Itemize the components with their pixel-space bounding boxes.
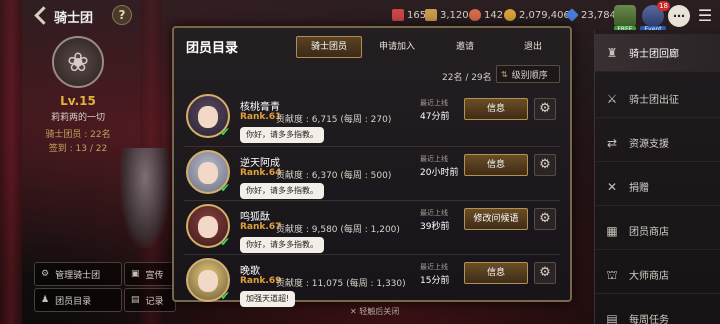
close-icon: ✕ — [350, 307, 357, 316]
meat-icon — [469, 9, 481, 21]
sidebar-item-hall[interactable]: ♜ 骑士团回廊 — [595, 34, 720, 72]
donate-icon: ✕ — [606, 179, 618, 194]
clan-checkin-stat: 签到 : 13 / 22 — [48, 144, 108, 154]
member-greeting: 加强天道超! — [240, 291, 296, 307]
free-shop-button[interactable]: FREE — [614, 5, 636, 33]
promote-icon: ▣ — [131, 269, 140, 279]
clan-name: 莉莉两的一切 — [50, 113, 105, 123]
checkmark-icon: ✔ — [220, 235, 231, 249]
checkmark-icon: ✔ — [220, 289, 231, 303]
member-contribution: 贡献度 : 11,075 (每周 : 1,330) — [276, 279, 406, 289]
sidebar-item-weekly-quest[interactable]: ▤ 每周任务 — [595, 300, 720, 324]
member-contribution: 贡献度 : 9,580 (每周 : 1,200) — [276, 225, 400, 235]
dialog-tabs: 骑士团员 申请加入 邀请 退出 — [296, 36, 566, 58]
record-button[interactable]: ▤ 记录 — [124, 288, 176, 312]
sidebar-item-shop[interactable]: ▦ 团员商店 — [595, 212, 720, 250]
gear-icon[interactable]: ⚙ — [534, 262, 556, 284]
shop-icon: ▦ — [606, 223, 618, 238]
last-online-value: 47分前 — [420, 112, 450, 122]
resource-gold[interactable]: 2,079,406 — [504, 9, 570, 21]
event-badge: 18 — [657, 1, 670, 11]
menu-icon[interactable]: ☰ — [694, 5, 716, 27]
clan-info-panel: Lv.15 莉莉两的一切 骑士团员 : 22名 签到 : 13 / 22 — [30, 36, 126, 154]
member-count: 22名 / 29名 — [442, 73, 492, 83]
potion-icon — [392, 9, 404, 21]
clan-emblem-icon[interactable] — [52, 36, 104, 88]
chat-icon[interactable]: ⋯ — [668, 5, 690, 27]
member-name: 逆天阿成 — [240, 158, 280, 169]
gear-icon[interactable]: ⚙ — [534, 154, 556, 176]
hall-icon: ♜ — [606, 45, 618, 60]
tab-members[interactable]: 骑士团员 — [296, 36, 362, 58]
roster-dialog: 团员目录 骑士团员 申请加入 邀请 退出 22名 / 29名 ⇅ 级别顺序 ✔ … — [172, 26, 572, 307]
info-button[interactable]: 信息 — [464, 154, 528, 176]
clan-members-stat: 骑士团员 : 22名 — [45, 130, 111, 140]
person-icon: ♟ — [41, 295, 50, 305]
member-row[interactable]: ✔ 鸣狐酞 Rank.67 贡献度 : 9,580 (每周 : 1,200) 你… — [184, 202, 566, 254]
gear-icon: ⚙ — [41, 269, 50, 279]
last-online-label: 最近上线 — [420, 155, 448, 163]
roster-button[interactable]: ♟ 团员目录 — [34, 288, 122, 312]
member-contribution: 贡献度 : 6,370 (每周 : 500) — [276, 171, 392, 181]
event-button[interactable]: 18 Event — [640, 1, 670, 33]
tab-leave[interactable]: 退出 — [500, 36, 566, 58]
clan-level: Lv.15 — [60, 94, 96, 108]
member-row[interactable]: ✔ 逆天阿成 Rank.64 贡献度 : 6,370 (每周 : 500) 你好… — [184, 148, 566, 200]
sidebar-item-support[interactable]: ⇄ 资源支援 — [595, 124, 720, 162]
last-online-value: 39秒前 — [420, 222, 450, 232]
master-shop-icon: ⛫ — [606, 267, 618, 282]
chest-icon — [425, 9, 437, 21]
back-arrow-icon[interactable] — [34, 6, 48, 24]
sidebar: ♜ 骑士团回廊 ⚔ 骑士团出征 ⇄ 资源支援 ✕ 捐赠 ▦ 团员商店 ⛫ 大师商… — [594, 30, 720, 324]
sidebar-item-donate[interactable]: ✕ 捐赠 — [595, 168, 720, 206]
info-button[interactable]: 信息 — [464, 262, 528, 284]
edit-greeting-button[interactable]: 修改问候语 — [464, 208, 528, 230]
manage-clan-button[interactable]: ⚙ 管理骑士团 — [34, 262, 122, 286]
resource-crystal[interactable]: 23,784 — [565, 8, 616, 22]
info-button[interactable]: 信息 — [464, 98, 528, 120]
member-name: 鸣狐酞 — [240, 212, 270, 223]
checkmark-icon: ✔ — [220, 125, 231, 139]
quest-icon: ▤ — [606, 311, 618, 324]
close-hint[interactable]: ✕ 轻触后关闭 — [350, 306, 399, 317]
last-online-label: 最近上线 — [420, 263, 448, 271]
member-row[interactable]: ✔ 晚歌 Rank.69 贡献度 : 11,075 (每周 : 1,330) 加… — [184, 256, 566, 308]
member-greeting: 你好，请多多指教。 — [240, 127, 324, 143]
swords-icon: ⚔ — [606, 91, 618, 106]
dialog-title: 团员目录 — [186, 41, 239, 56]
last-online-value: 15分前 — [420, 276, 450, 286]
sort-icon: ⇅ — [501, 69, 508, 79]
crystal-icon — [565, 8, 579, 22]
member-contribution: 贡献度 : 6,715 (每周 : 270) — [276, 115, 392, 125]
knight-character — [120, 148, 170, 248]
sort-button[interactable]: ⇅ 级别顺序 — [496, 65, 560, 83]
resource-meat[interactable]: 142 — [469, 9, 503, 21]
record-icon: ▤ — [131, 295, 140, 305]
gear-icon[interactable]: ⚙ — [534, 98, 556, 120]
member-name: 核桃膏青 — [240, 102, 280, 113]
promote-button[interactable]: ▣ 宣传 — [124, 262, 176, 286]
member-greeting: 你好，请多多指教。 — [240, 237, 324, 253]
checkmark-icon: ✔ — [220, 181, 231, 195]
support-icon: ⇄ — [606, 135, 618, 150]
page-title: 骑士团 — [54, 11, 94, 26]
last-online-value: 20小时前 — [420, 168, 459, 178]
member-greeting: 你好，请多多指教。 — [240, 183, 324, 199]
resource-potion[interactable]: 165 — [392, 9, 426, 21]
sidebar-item-expedition[interactable]: ⚔ 骑士团出征 — [595, 80, 720, 118]
help-button[interactable]: ? — [112, 5, 132, 25]
member-name: 晚歌 — [240, 266, 260, 277]
sidebar-item-master-shop[interactable]: ⛫ 大师商店 — [595, 256, 720, 294]
resource-chest[interactable]: 3,120 — [425, 9, 469, 21]
last-online-label: 最近上线 — [420, 209, 448, 217]
member-row[interactable]: ✔ 核桃膏青 Rank.61 贡献度 : 6,715 (每周 : 270) 你好… — [184, 92, 566, 144]
gear-icon[interactable]: ⚙ — [534, 208, 556, 230]
gold-coin-icon — [504, 9, 516, 21]
tab-invite[interactable]: 邀请 — [432, 36, 498, 58]
tab-applications[interactable]: 申请加入 — [364, 36, 430, 58]
last-online-label: 最近上线 — [420, 99, 448, 107]
